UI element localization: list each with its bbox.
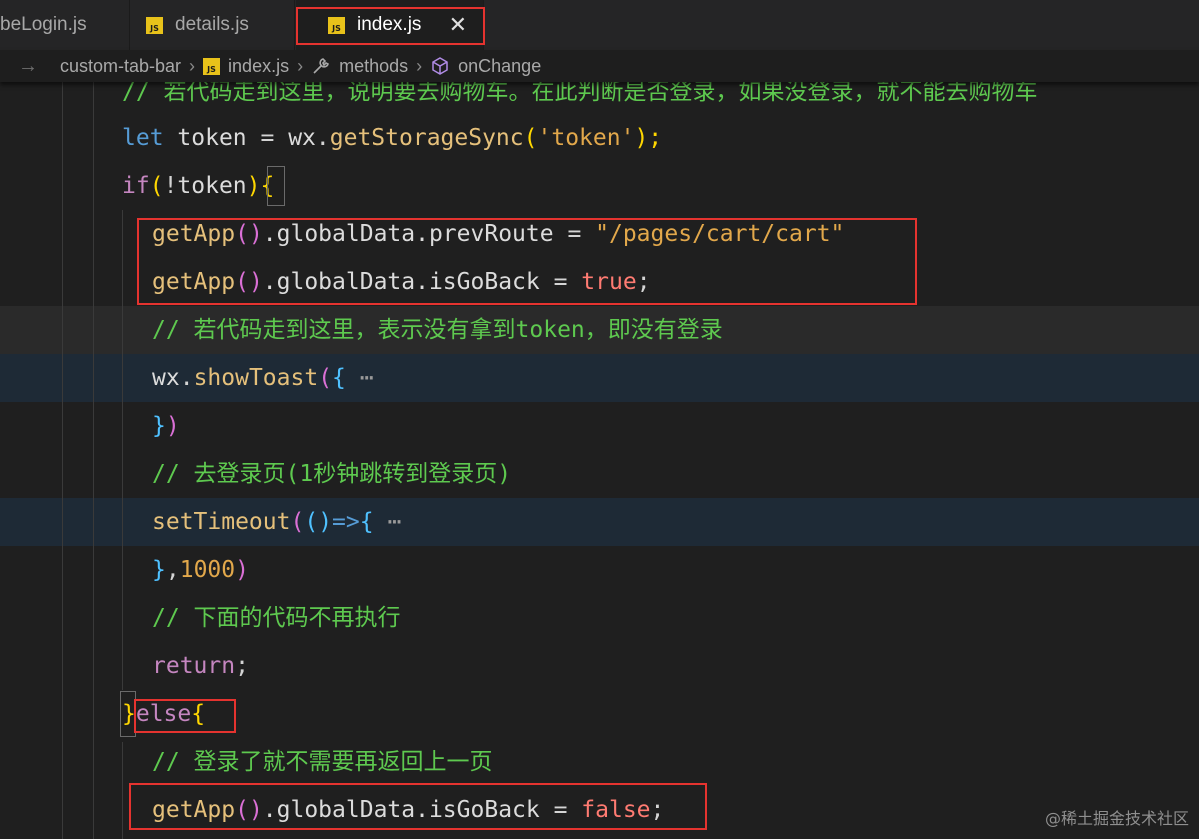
string-literal: 'token' [537, 125, 635, 151]
punctuation: ); [634, 125, 663, 151]
breadcrumb-onchange[interactable]: onChange [458, 56, 541, 77]
js-file-icon: JS [203, 57, 221, 75]
breadcrumb-file[interactable]: index.js [228, 56, 289, 77]
breadcrumb: → custom-tab-bar › JS index.js › methods… [0, 50, 1199, 82]
watermark: @稀土掘金技术社区 [1044, 809, 1189, 828]
highlight-box-tab [296, 7, 485, 45]
tab-label: beLogin.js [0, 14, 87, 35]
indent-guide [122, 742, 123, 839]
indent-guide [122, 210, 123, 690]
identifier: wx [288, 125, 316, 151]
highlight-box-else [134, 699, 236, 733]
paren: () [304, 509, 333, 535]
identifier: token [177, 173, 247, 199]
comment: // 下面的代码不再执行 [152, 605, 401, 631]
code-line: return; [152, 642, 249, 690]
paren: ) [165, 413, 180, 439]
identifier: token [177, 125, 247, 151]
operator: ! [163, 173, 178, 199]
highlight-box-prevroute [137, 218, 917, 305]
code-line: // 若代码走到这里，表示没有拿到token，即没有登录 [152, 306, 723, 354]
highlight-box-isgoback-false [129, 783, 707, 830]
punctuation: , [165, 557, 180, 583]
code-editor[interactable]: // 若代码走到这里，说明要去购物车。在此判断是否登录，如果没登录，就不能去购物… [0, 82, 1199, 839]
brace: } [152, 413, 166, 439]
breadcrumb-folder[interactable]: custom-tab-bar [60, 56, 181, 77]
brace: { [359, 509, 374, 535]
paren: ( [149, 173, 164, 199]
editor-tab-bar: beLogin.js JS details.js JS index.js ✕ [0, 0, 1199, 51]
brace: { [332, 365, 346, 391]
function-name: setTimeout [152, 509, 291, 535]
number-literal: 1000 [179, 557, 236, 583]
comment: // 若代码走到这里，说明要去购物车。在此判断是否登录，如果没登录，就不能去购物… [122, 82, 1038, 105]
tab-belogin[interactable]: beLogin.js [0, 0, 130, 50]
tab-details[interactable]: JS details.js [130, 0, 295, 50]
code-line: wx.showToast({ ⋯ [152, 365, 374, 391]
tab-label: details.js [175, 14, 249, 35]
code-line: if(!token){ [122, 162, 274, 210]
indent-guide [93, 82, 94, 839]
comment: // 去登录页(1秒钟跳转到登录页) [152, 461, 512, 487]
code-line: // 下面的代码不再执行 [152, 594, 401, 642]
code-line: let token = wx.getStorageSync('token'); [122, 125, 663, 151]
code-line: setTimeout(()=>{ ⋯ [152, 498, 401, 546]
paren: ( [318, 365, 333, 391]
punctuation: ; [235, 653, 249, 679]
function-name: getStorageSync [329, 125, 524, 151]
code-line: // 若代码走到这里，说明要去购物车。在此判断是否登录，如果没登录，就不能去购物… [122, 82, 1038, 116]
chevron-right-icon: › [297, 55, 304, 76]
brace: } [152, 557, 166, 583]
chevron-right-icon: › [189, 55, 196, 76]
paren: ) [246, 173, 261, 199]
keyword: return [152, 653, 236, 679]
operator: = [246, 125, 289, 151]
arrow-operator: => [332, 509, 360, 535]
keyword: if [122, 173, 150, 199]
code-line: // 去登录页(1秒钟跳转到登录页) [152, 450, 511, 498]
paren: ( [290, 509, 305, 535]
js-file-icon: JS [146, 16, 163, 34]
code-line: // 登录了就不需要再返回上一页 [152, 738, 493, 786]
code-line: },1000) [152, 546, 249, 594]
folded-ellipsis-icon[interactable]: ⋯ [374, 509, 401, 535]
code-line: }) [152, 402, 180, 450]
wrench-icon [311, 56, 331, 76]
function-name: showToast [193, 365, 319, 391]
folded-ellipsis-icon[interactable]: ⋯ [346, 365, 374, 391]
breadcrumb-methods[interactable]: methods [339, 56, 408, 77]
keyword: let [122, 125, 164, 151]
arrow-right-icon: → [18, 54, 38, 77]
indent-guide [62, 82, 63, 839]
chevron-right-icon: › [416, 55, 423, 76]
cube-icon [430, 56, 450, 76]
identifier: wx [152, 365, 180, 391]
bracket-match-box [267, 166, 285, 206]
comment: // 若代码走到这里，表示没有拿到token，即没有登录 [152, 317, 723, 343]
comment: // 登录了就不需要再返回上一页 [152, 749, 493, 775]
paren: ) [235, 557, 249, 583]
